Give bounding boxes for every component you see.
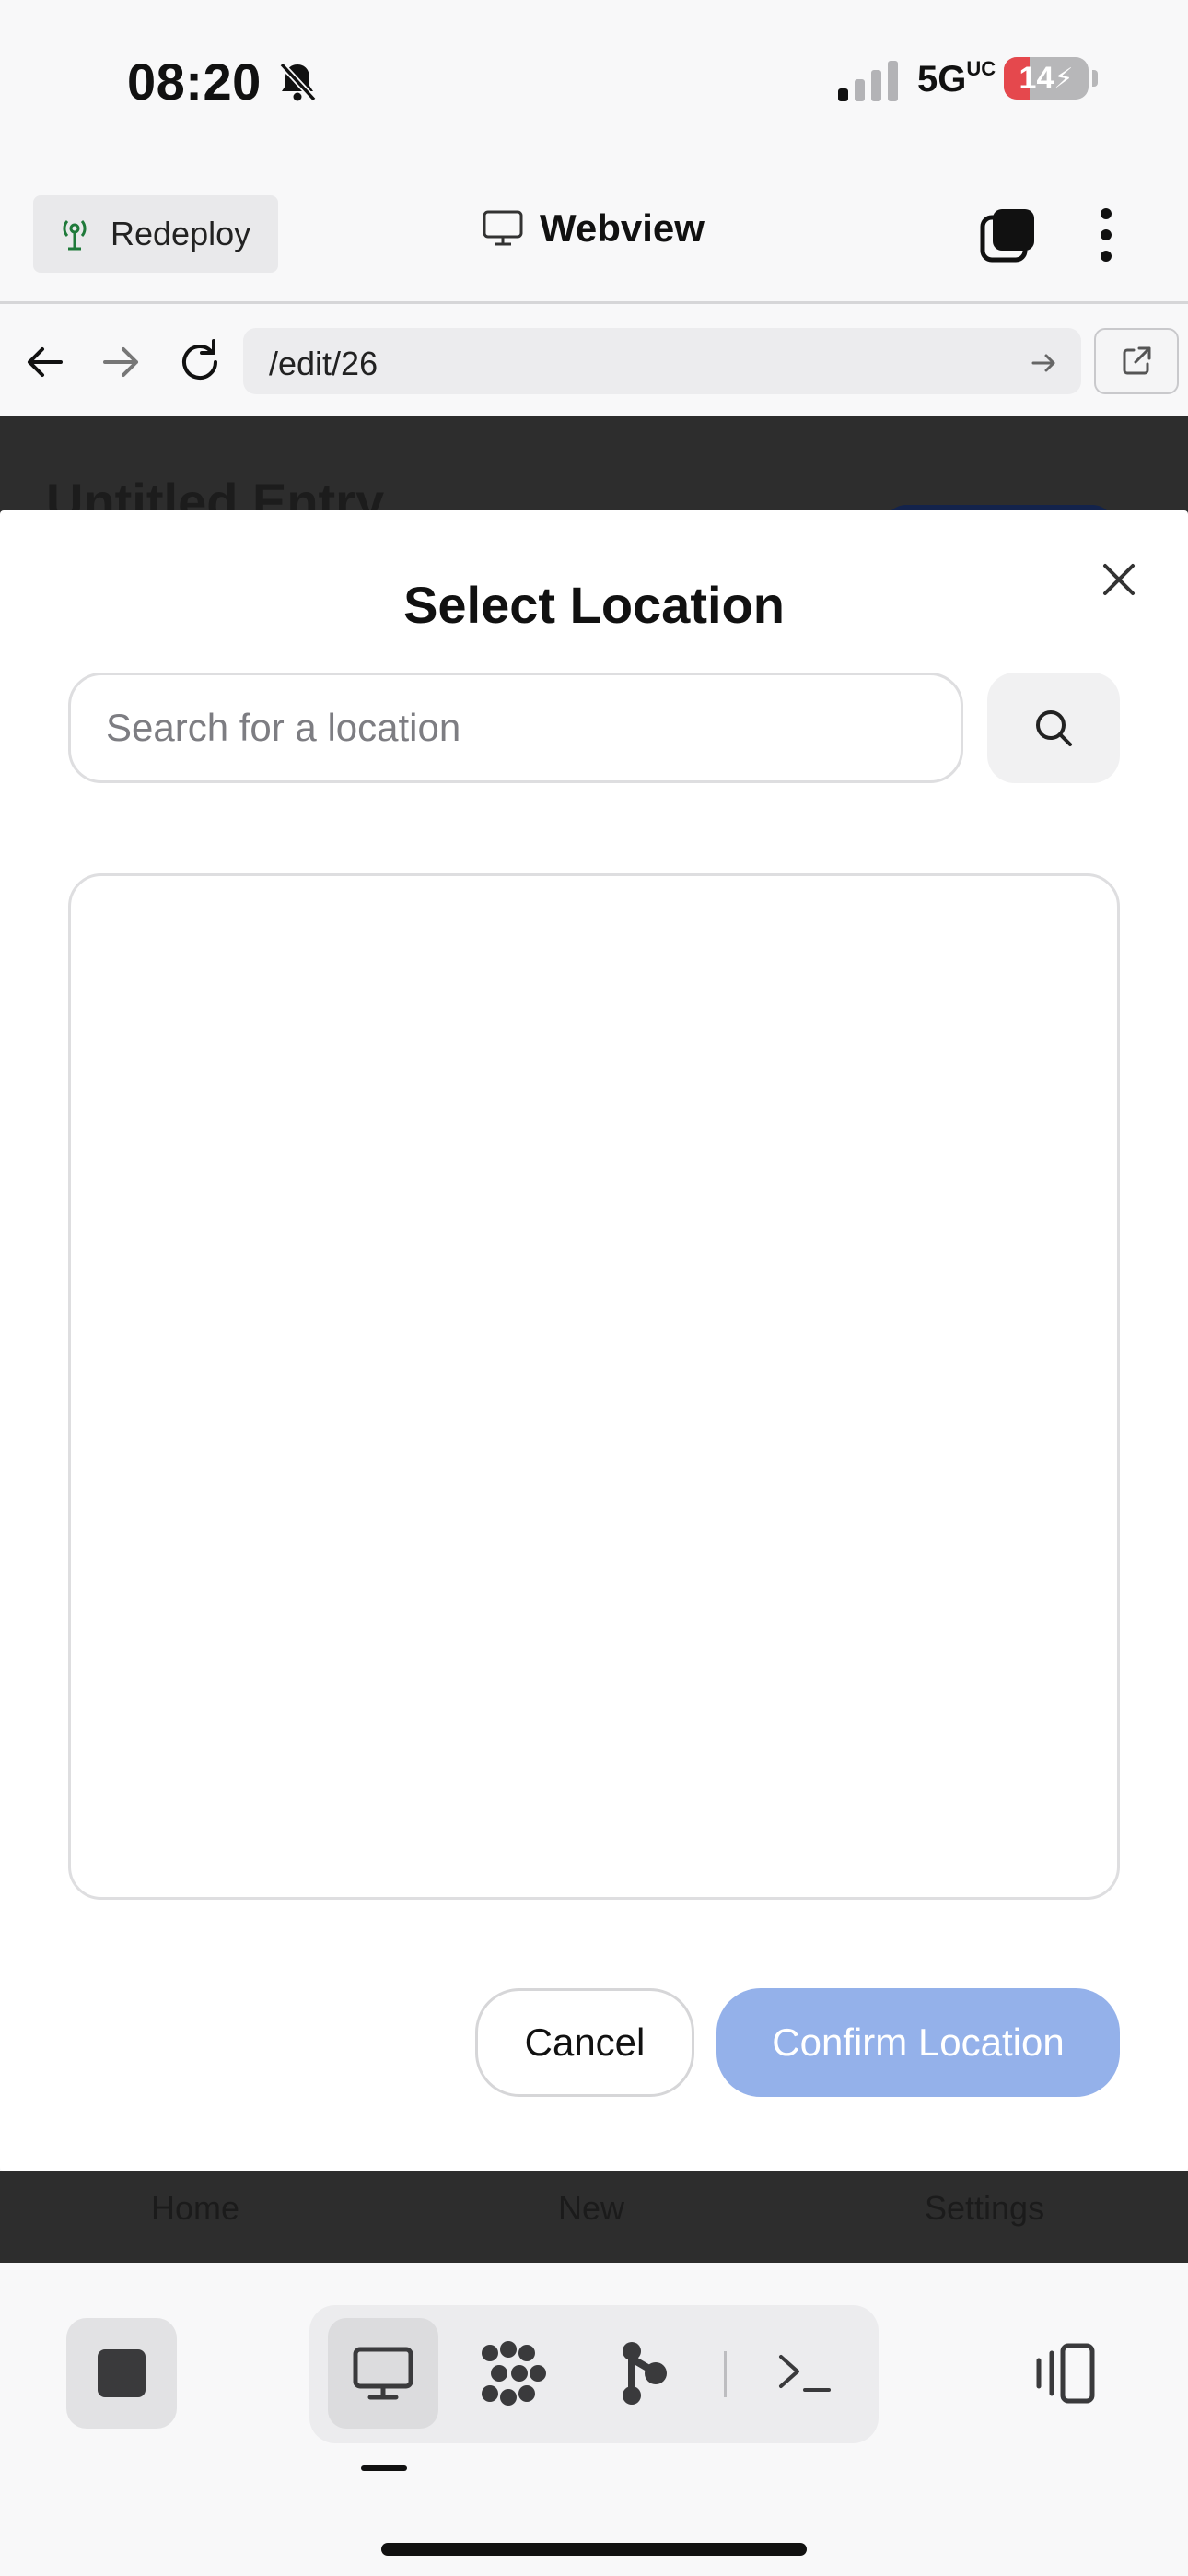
view-switcher xyxy=(309,2305,879,2443)
branch-view-button[interactable] xyxy=(589,2318,700,2429)
desktop-icon xyxy=(353,2347,413,2400)
cellular-signal-icon xyxy=(838,61,898,101)
stop-icon xyxy=(98,2349,146,2397)
go-arrow-icon[interactable] xyxy=(1028,346,1061,380)
more-options-icon[interactable] xyxy=(1092,206,1120,263)
apps-view-button[interactable] xyxy=(459,2318,569,2429)
terminal-icon xyxy=(779,2355,831,2392)
nav-new: New xyxy=(558,2189,625,2227)
apps-icon xyxy=(482,2341,546,2406)
webpage-bottom-nav: Home New Settings xyxy=(0,2171,1188,2263)
map-container[interactable] xyxy=(68,873,1120,1900)
layout-toggle-icon[interactable] xyxy=(1028,2336,1101,2410)
bottom-toolbar xyxy=(0,2263,1188,2576)
nav-home: Home xyxy=(151,2189,240,2227)
status-time: 08:20 xyxy=(127,53,262,111)
branch-icon xyxy=(623,2342,667,2405)
terminal-view-button[interactable] xyxy=(750,2318,860,2429)
redeploy-button[interactable]: Redeploy xyxy=(33,195,278,273)
search-button[interactable] xyxy=(987,673,1120,783)
search-icon xyxy=(1036,710,1072,746)
back-arrow-icon[interactable] xyxy=(18,335,72,389)
browser-url-bar: /edit/26 xyxy=(0,310,1188,416)
app-header: Redeploy Webview xyxy=(0,175,1188,304)
home-indicator xyxy=(381,2543,807,2556)
antenna-icon xyxy=(63,220,87,251)
open-external-button[interactable] xyxy=(1094,328,1179,394)
redeploy-label: Redeploy xyxy=(111,215,251,252)
bell-muted-icon xyxy=(279,62,317,102)
confirm-location-button[interactable]: Confirm Location xyxy=(716,1988,1120,2097)
battery-tip xyxy=(1092,70,1098,87)
desktop-view-button[interactable] xyxy=(328,2318,438,2429)
nav-settings: Settings xyxy=(925,2189,1045,2227)
reload-icon[interactable] xyxy=(173,335,227,389)
external-link-icon xyxy=(1123,346,1151,375)
cancel-button[interactable]: Cancel xyxy=(475,1988,694,2097)
monitor-icon xyxy=(483,210,523,246)
close-icon[interactable] xyxy=(1096,556,1142,603)
network-type: 5GUC xyxy=(917,57,996,100)
forward-arrow-icon[interactable] xyxy=(94,335,147,389)
url-field[interactable]: /edit/26 xyxy=(243,328,1081,394)
tabs-icon[interactable] xyxy=(980,206,1037,263)
active-tab-indicator xyxy=(361,2465,407,2471)
location-search-input[interactable] xyxy=(68,673,963,783)
header-title: Webview xyxy=(483,206,705,251)
status-bar: 08:20 5GUC 14 ⚡ xyxy=(0,0,1188,166)
stop-button[interactable] xyxy=(66,2318,177,2429)
modal-title: Select Location xyxy=(403,576,785,634)
battery-indicator: 14 ⚡ xyxy=(1004,57,1089,100)
url-text: /edit/26 xyxy=(269,345,379,382)
toolbar-divider xyxy=(724,2351,727,2397)
select-location-modal: Select Location Cancel Confirm Location xyxy=(0,510,1188,2171)
